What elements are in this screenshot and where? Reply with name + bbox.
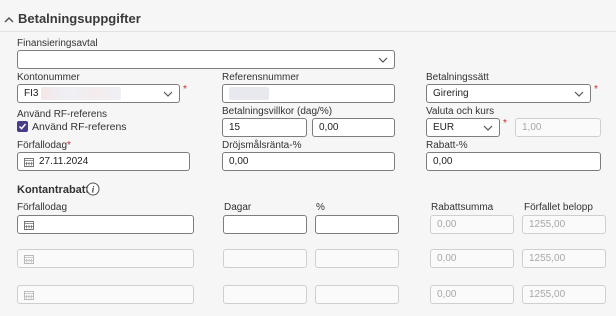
collapse-chevron-icon[interactable]: [4, 11, 14, 29]
payment-method-select[interactable]: Girering: [426, 84, 591, 103]
terms-label: Betalningsvillkor (dag/%): [222, 106, 333, 117]
calendar-icon[interactable]: [24, 157, 34, 167]
cash-due-amount-input[interactable]: 1255,00: [522, 285, 606, 304]
cash-discount-title: Kontantrabatt: [17, 184, 90, 196]
cash-percent-input[interactable]: [315, 285, 399, 304]
due-date-label: Förfallodag*: [17, 140, 71, 151]
terms-days-input[interactable]: 15: [222, 118, 307, 137]
cash-percent-input[interactable]: [315, 215, 399, 234]
col-percent: %: [316, 202, 325, 213]
reference-input[interactable]: [222, 84, 395, 103]
currency-select[interactable]: EUR: [426, 118, 500, 137]
required-marker: *: [183, 84, 187, 95]
discount-label: Rabatt-%: [426, 140, 468, 151]
cash-days-input[interactable]: [223, 249, 307, 268]
cash-sum-input[interactable]: 0,00: [430, 215, 514, 234]
cash-due-date-input[interactable]: [17, 249, 194, 268]
penalty-label: Dröjsmålsränta-%: [222, 140, 302, 151]
reference-label: Referensnummer: [222, 72, 300, 83]
header-divider: [0, 31, 616, 32]
cash-days-input[interactable]: [223, 285, 307, 304]
cash-due-date-input[interactable]: [17, 285, 194, 304]
redacted-block: [229, 87, 269, 100]
financing-select[interactable]: [17, 50, 395, 69]
penalty-input[interactable]: 0,00: [222, 152, 395, 171]
payment-method-label: Betalningssätt: [426, 72, 489, 83]
chevron-down-icon: [483, 125, 493, 131]
cash-percent-input[interactable]: [315, 249, 399, 268]
col-due-amount: Förfallet belopp: [524, 202, 593, 213]
financing-label: Finansieringsavtal: [17, 38, 98, 49]
cash-due-amount-input[interactable]: 1255,00: [522, 215, 606, 234]
cash-days-input[interactable]: [223, 215, 307, 234]
due-date-input[interactable]: 27.11.2024: [17, 152, 190, 171]
terms-percent-input[interactable]: 0,00: [312, 118, 395, 137]
rf-label: Använd RF-referens: [17, 109, 108, 120]
rf-checkbox-label[interactable]: Använd RF-referens: [32, 121, 127, 133]
required-marker: *: [67, 140, 71, 151]
required-marker: *: [503, 118, 507, 129]
check-icon: [18, 123, 27, 130]
cash-sum-input[interactable]: 0,00: [430, 249, 514, 268]
col-due-date: Förfallodag: [17, 202, 68, 213]
calendar-icon[interactable]: [24, 220, 34, 230]
chevron-down-icon: [378, 57, 388, 63]
section-title: Betalningsuppgifter: [18, 11, 141, 26]
exchange-rate-input[interactable]: 1,00: [515, 118, 601, 137]
calendar-icon[interactable]: [24, 254, 34, 264]
account-select[interactable]: FI3: [17, 84, 180, 103]
payment-details-panel: Betalningsuppgifter Finansieringsavtal K…: [0, 0, 616, 316]
chevron-down-icon: [163, 91, 173, 97]
account-label: Kontonummer: [17, 72, 80, 83]
required-marker: *: [594, 84, 598, 95]
discount-input[interactable]: 0,00: [426, 152, 601, 171]
info-icon[interactable]: i: [86, 182, 100, 201]
account-value: FI3: [24, 88, 39, 100]
redacted-block: [41, 87, 122, 100]
chevron-down-icon: [574, 91, 584, 97]
rf-checkbox[interactable]: [17, 121, 28, 132]
calendar-icon[interactable]: [24, 290, 34, 300]
col-days: Dagar: [224, 202, 252, 213]
cash-due-amount-input[interactable]: 1255,00: [522, 249, 606, 268]
col-discount-sum: Rabattsumma: [431, 202, 494, 213]
cash-due-date-input[interactable]: [17, 215, 194, 234]
cash-sum-input[interactable]: 0,00: [430, 285, 514, 304]
currency-label: Valuta och kurs: [426, 106, 495, 117]
